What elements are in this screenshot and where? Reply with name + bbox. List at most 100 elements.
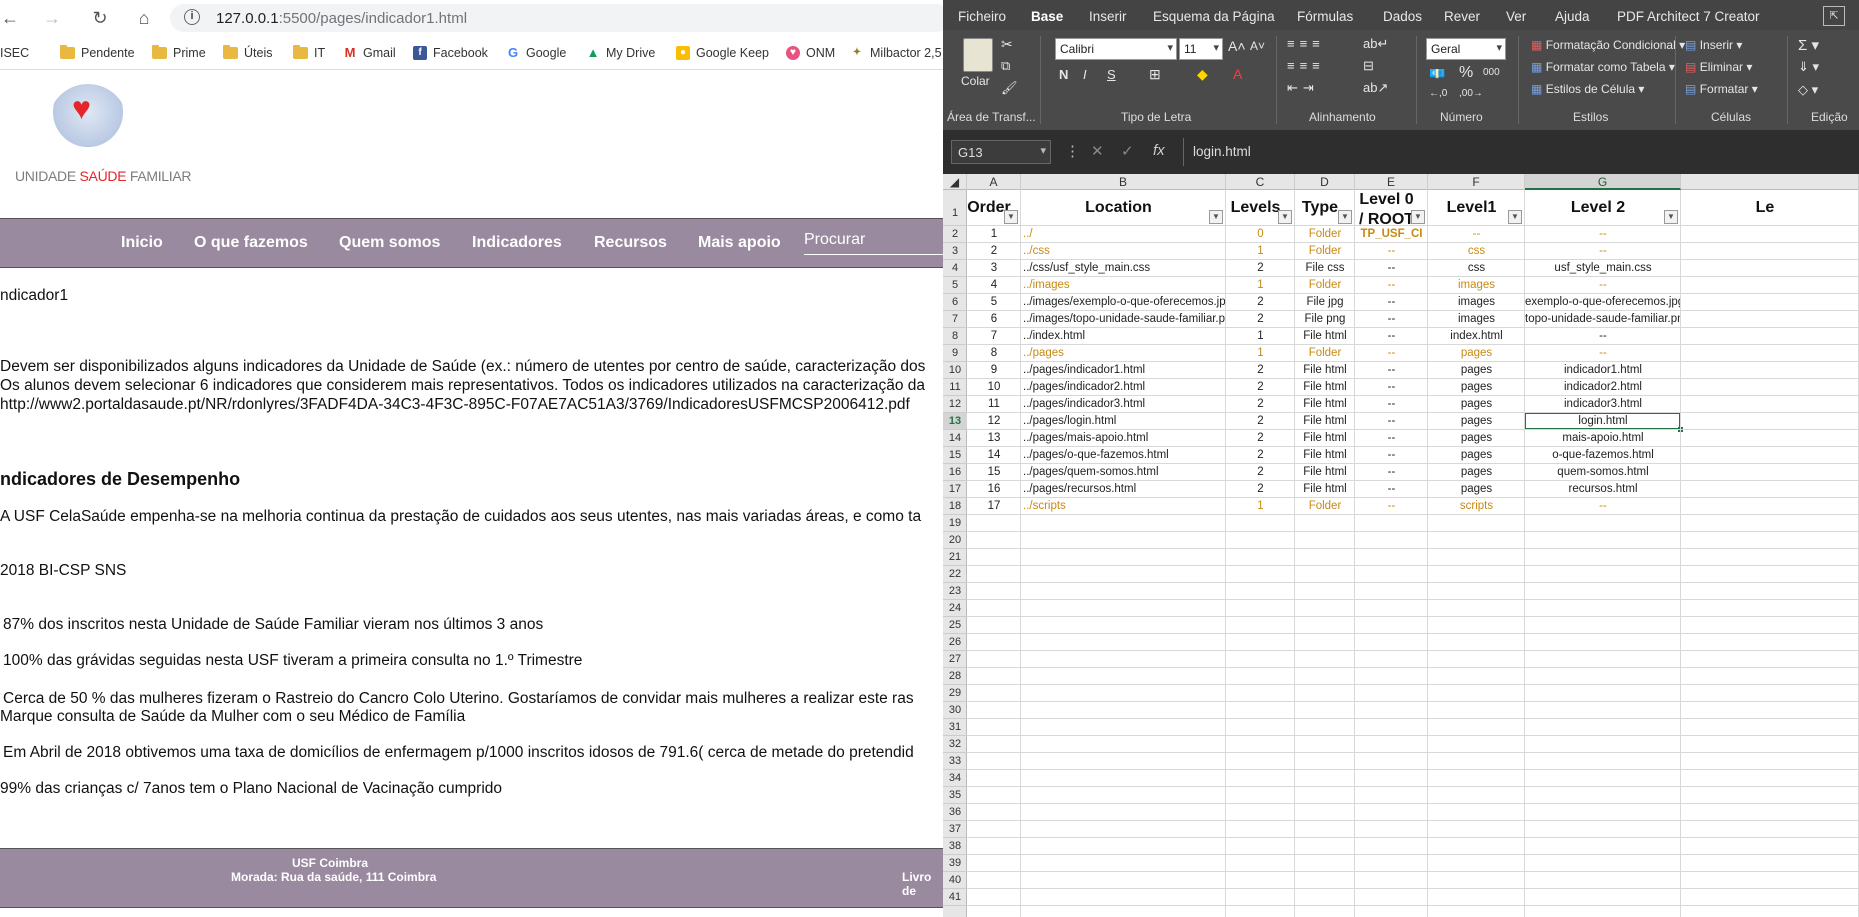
bookmark-google[interactable]: G Google xyxy=(506,46,566,60)
cell-location[interactable]: ../pages xyxy=(1021,345,1226,362)
bookmark-uteis[interactable]: Úteis xyxy=(223,45,272,60)
row-header-40[interactable]: 40 xyxy=(943,872,967,889)
cell-location[interactable]: ../images xyxy=(1021,277,1226,294)
cell-location[interactable]: ../pages/indicador3.html xyxy=(1021,396,1226,413)
filter-dropdown-icon[interactable]: ▼ xyxy=(1278,210,1292,224)
cell-location[interactable]: ../pages/o-que-fazemos.html xyxy=(1021,447,1226,464)
filter-dropdown-icon[interactable]: ▼ xyxy=(1338,210,1352,224)
fill-icon[interactable]: ⇓ ▾ xyxy=(1798,59,1819,75)
table-cell[interactable]: -- xyxy=(1355,345,1428,362)
cell-location[interactable]: ../pages/quem-somos.html xyxy=(1021,464,1226,481)
row-header-12[interactable]: 12 xyxy=(943,396,967,413)
table-cell[interactable]: 2 xyxy=(1226,260,1295,277)
table-cell[interactable]: 2 xyxy=(1226,311,1295,328)
table-cell[interactable]: pages xyxy=(1428,430,1525,447)
table-cell[interactable]: indicador3.html xyxy=(1525,396,1681,413)
cell-styles-button[interactable]: ▦ Estilos de Célula ▾ xyxy=(1531,82,1644,96)
row-header-11[interactable]: 11 xyxy=(943,379,967,396)
table-cell[interactable]: pages xyxy=(1428,447,1525,464)
table-cell[interactable]: -- xyxy=(1525,226,1681,243)
filter-dropdown-icon[interactable]: ▼ xyxy=(1664,210,1678,224)
borders-icon[interactable]: ⊞ xyxy=(1149,66,1161,83)
increase-decimal-icon[interactable]: ←,0 xyxy=(1429,88,1447,99)
search-input[interactable]: Procurar xyxy=(804,231,943,255)
table-cell[interactable]: 17 xyxy=(967,498,1021,515)
table-cell[interactable]: File png xyxy=(1295,311,1355,328)
row-header-24[interactable]: 24 xyxy=(943,600,967,617)
menu-quem-somos[interactable]: Quem somos xyxy=(339,234,440,252)
table-cell[interactable]: 2 xyxy=(1226,430,1295,447)
row-header-3[interactable]: 3 xyxy=(943,243,967,260)
conditional-format-button[interactable]: ▦ Formatação Condicional ▾ xyxy=(1531,38,1685,52)
table-cell[interactable]: -- xyxy=(1355,498,1428,515)
table-cell[interactable]: 10 xyxy=(967,379,1021,396)
table-cell[interactable]: 2 xyxy=(1226,379,1295,396)
format-table-button[interactable]: ▦ Formatar como Tabela ▾ xyxy=(1531,60,1675,74)
row-header-8[interactable]: 8 xyxy=(943,328,967,345)
row-header-38[interactable]: 38 xyxy=(943,838,967,855)
horizontal-align-icons[interactable]: ≡≡≡ xyxy=(1287,58,1325,73)
table-cell[interactable]: File css xyxy=(1295,260,1355,277)
table-cell[interactable]: File html xyxy=(1295,396,1355,413)
row-header-36[interactable]: 36 xyxy=(943,804,967,821)
format-painter-icon[interactable]: 🖌 xyxy=(1001,80,1018,96)
bookmark-google-keep[interactable]: ● Google Keep xyxy=(676,46,769,60)
table-cell[interactable]: images xyxy=(1428,311,1525,328)
cell-location[interactable]: ../pages/mais-apoio.html xyxy=(1021,430,1226,447)
menu-o-que-fazemos[interactable]: O que fazemos xyxy=(194,234,308,252)
cell-location[interactable]: ../images/exemplo-o-que-oferecemos.jpg xyxy=(1021,294,1226,311)
table-cell[interactable]: 13 xyxy=(967,430,1021,447)
vertical-align-icons[interactable]: ≡≡≡ xyxy=(1287,36,1325,51)
enter-icon[interactable]: ✓ xyxy=(1121,142,1134,160)
bookmark-my-drive[interactable]: ▲ My Drive xyxy=(586,46,655,60)
column-header-c[interactable]: C xyxy=(1226,174,1295,190)
table-cell[interactable]: pages xyxy=(1428,481,1525,498)
autosum-icon[interactable]: Σ ▾ xyxy=(1798,36,1819,54)
clear-icon[interactable]: ◇ ▾ xyxy=(1798,82,1818,98)
table-cell[interactable]: pages xyxy=(1428,464,1525,481)
filter-dropdown-icon[interactable]: ▼ xyxy=(1209,210,1223,224)
font-name-select[interactable]: Calibri xyxy=(1055,38,1177,60)
table-cell[interactable]: 2 xyxy=(967,243,1021,260)
table-cell[interactable]: 5 xyxy=(967,294,1021,311)
grow-font-icon[interactable]: A˄ xyxy=(1228,38,1246,54)
table-cell[interactable]: topo-unidade-saude-familiar.png xyxy=(1525,311,1681,328)
row-header-10[interactable]: 10 xyxy=(943,362,967,379)
row-header-18[interactable]: 18 xyxy=(943,498,967,515)
table-cell[interactable]: indicador2.html xyxy=(1525,379,1681,396)
table-cell[interactable]: 6 xyxy=(967,311,1021,328)
tab-rever[interactable]: Rever xyxy=(1444,9,1480,24)
table-cell[interactable]: 1 xyxy=(1226,277,1295,294)
bookmark-prime[interactable]: Prime xyxy=(152,45,206,60)
bold-button[interactable]: N xyxy=(1059,67,1068,82)
table-cell[interactable]: -- xyxy=(1525,328,1681,345)
row-header-32[interactable]: 32 xyxy=(943,736,967,753)
row-header-35[interactable]: 35 xyxy=(943,787,967,804)
tab-dados[interactable]: Dados xyxy=(1383,9,1422,24)
tab-ver[interactable]: Ver xyxy=(1506,9,1526,24)
table-cell[interactable]: 1 xyxy=(967,226,1021,243)
name-box[interactable]: G13 xyxy=(951,140,1051,164)
row-header-34[interactable]: 34 xyxy=(943,770,967,787)
table-cell[interactable]: 2 xyxy=(1226,481,1295,498)
table-cell[interactable]: -- xyxy=(1355,294,1428,311)
row-header-17[interactable]: 17 xyxy=(943,481,967,498)
row-header-6[interactable]: 6 xyxy=(943,294,967,311)
select-all-corner[interactable]: ◢ xyxy=(943,174,967,190)
table-cell[interactable]: -- xyxy=(1355,413,1428,430)
table-cell[interactable]: -- xyxy=(1355,396,1428,413)
table-cell[interactable]: -- xyxy=(1355,481,1428,498)
font-size-select[interactable]: 11 xyxy=(1179,38,1223,60)
shrink-font-icon[interactable]: A˅ xyxy=(1250,39,1265,53)
row-header-2[interactable]: 2 xyxy=(943,226,967,243)
table-cell[interactable]: images xyxy=(1428,294,1525,311)
row-header-7[interactable]: 7 xyxy=(943,311,967,328)
table-cell[interactable]: 12 xyxy=(967,413,1021,430)
row-header-20[interactable]: 20 xyxy=(943,532,967,549)
row-header-16[interactable]: 16 xyxy=(943,464,967,481)
bookmark-isec[interactable]: ISEC xyxy=(0,46,29,60)
row-header-1[interactable]: 1 xyxy=(943,190,967,226)
spreadsheet-grid[interactable]: ◢ A B C D E F G Order ▼ Location ▼ Levels ▼ Type ▼ Leve… xyxy=(943,174,1859,917)
menu-inicio[interactable]: Inicio xyxy=(121,234,163,252)
format-cells-button[interactable]: ▤ Formatar ▾ xyxy=(1685,82,1758,96)
